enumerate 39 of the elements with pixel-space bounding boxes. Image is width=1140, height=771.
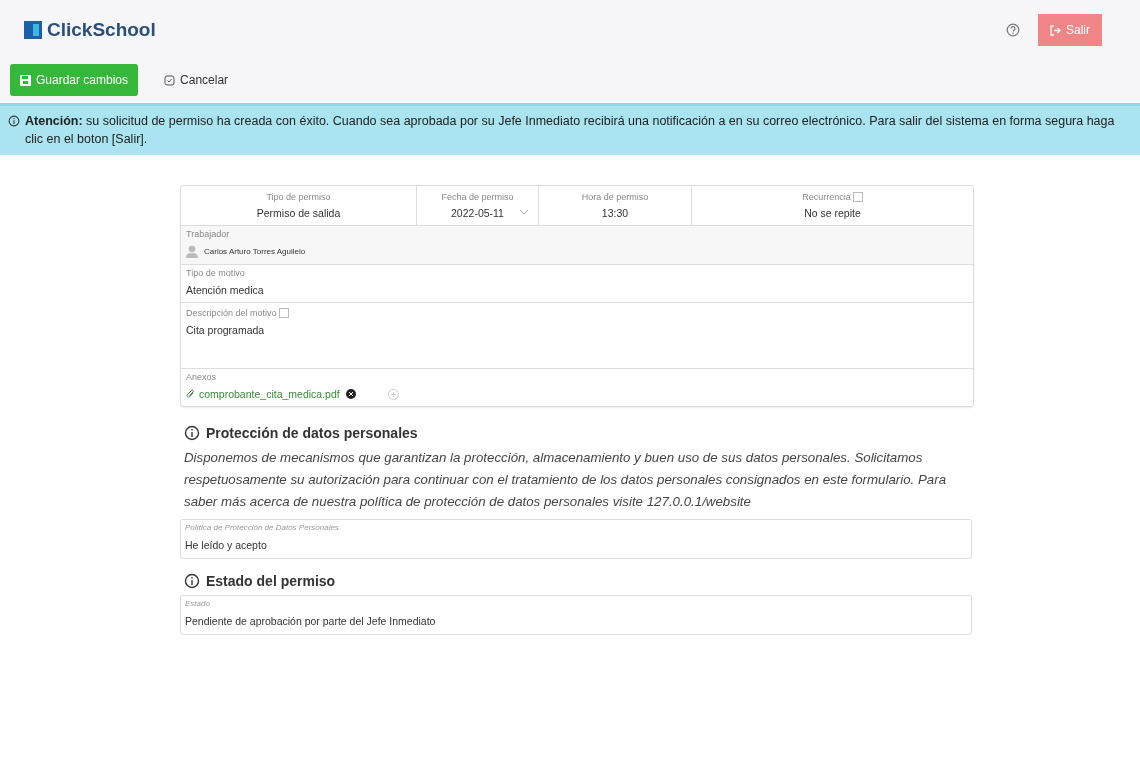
remove-icon[interactable] [345, 389, 356, 400]
field-label: Tipo de motivo [186, 268, 246, 279]
field-value: 13:30 [601, 207, 629, 219]
section-title: Protección de datos personales [206, 425, 418, 442]
save-button[interactable]: Guardar cambios [10, 64, 139, 96]
paperclip-icon [186, 389, 195, 400]
field-label: Anexos [186, 372, 218, 383]
logo-icon [24, 21, 42, 39]
caret-icon [520, 210, 528, 216]
section-title: Estado del permiso [206, 573, 336, 590]
field-label: Fecha de permiso [441, 192, 514, 202]
cancel-icon [164, 74, 176, 86]
date-field[interactable]: 2022-05-11 [451, 207, 504, 219]
field-value: Pendiente de aprobación por parte del Jefe Inmediato [185, 615, 437, 628]
field-value: Permiso de salida [256, 207, 341, 219]
field-label: Trabajador [186, 229, 231, 240]
person-icon [186, 245, 198, 259]
logout-button[interactable]: Salir [1038, 14, 1102, 46]
field-value: Atención medica [186, 284, 264, 297]
field-label: Recurrencia [802, 192, 851, 202]
app-logo: ClickSchool [47, 19, 156, 41]
cancel-button[interactable]: Cancelar [158, 72, 235, 88]
field-label: Política de Protección de Datos Personales [185, 523, 340, 533]
info-icon [184, 425, 200, 442]
info-icon [184, 573, 200, 590]
field-value: Cita programada [186, 324, 265, 337]
field-value: He leído y acepto [185, 539, 268, 552]
field-label: Descripción del motivo [186, 308, 277, 319]
field-label: Hora de permiso [581, 192, 649, 202]
privacy-paragraph: Disponemos de mecanismos que garantizan la protección, almacenamiento y buen uso de sus datos personales. Solicitamos respetuosamente su autorización para continuar con el tratamiento de los datos personales consignados en este formulario. Para saber más acerca de nuestra política de protección de datos personales visite 127.0.0.1/website [184, 449, 948, 512]
field-label: Estado [185, 599, 211, 609]
attachment-link[interactable]: comprobante_cita_medica.pdf [199, 388, 340, 401]
alert-message: Atención: su solicitud de permiso ha creada con éxito. Cuando sea aprobada por su Jefe Inmediato recibirá una notificación a en su correo electrónico. Para salir del sistema en forma segura haga clic en el boton [Salir]. [25, 113, 1116, 148]
info-icon [8, 115, 20, 127]
field-label: Tipo de permiso [266, 192, 331, 202]
logout-icon [1050, 24, 1061, 36]
floppy-icon [20, 74, 31, 86]
field-value: No se repite [804, 207, 861, 220]
worker-name: Carlos Arturo Torres Aguilelo [204, 247, 306, 257]
